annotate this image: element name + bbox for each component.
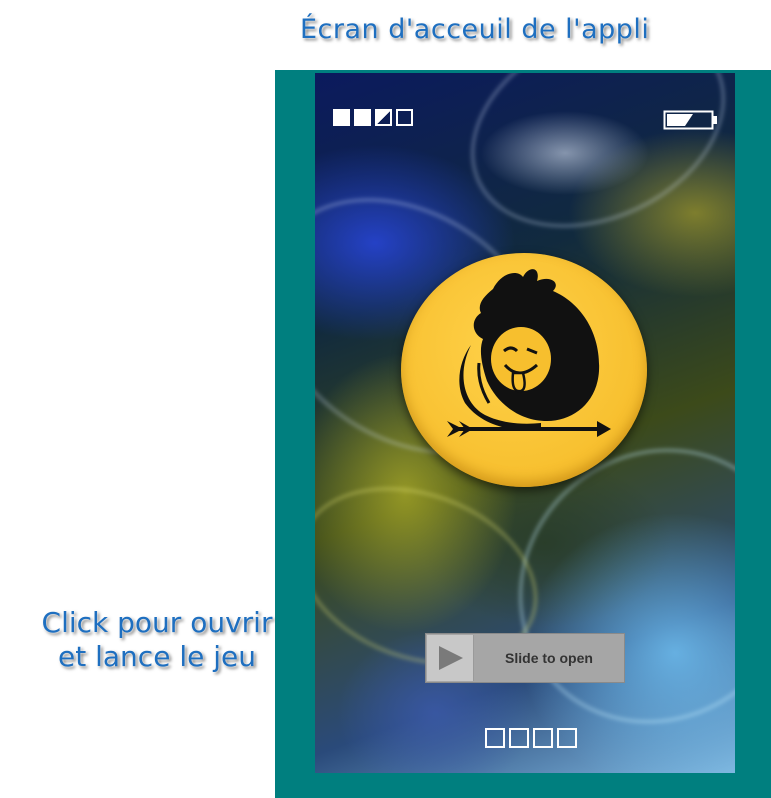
battery-icon: [663, 110, 717, 130]
annotation-text: Click pour ouvrir et lance le jeu: [12, 606, 302, 674]
page-indicator-dot[interactable]: [485, 728, 505, 748]
home-screen: Slide to open: [315, 73, 735, 773]
signal-bar: [354, 109, 371, 126]
signal-bar: [375, 109, 392, 126]
annotation-line-1: Click pour ouvrir: [41, 606, 273, 639]
page-indicator-dot[interactable]: [509, 728, 529, 748]
slide-to-open-button[interactable]: Slide to open: [425, 633, 625, 683]
page-title: Écran d'acceuil de l'appli: [300, 14, 650, 45]
page-indicator-dot[interactable]: [533, 728, 553, 748]
page-indicator: [485, 728, 577, 748]
play-triangle-icon: [439, 646, 463, 670]
signal-bar: [333, 109, 350, 126]
signal-strength-icon: [333, 109, 413, 126]
signal-bar: [396, 109, 413, 126]
phone-frame: Slide to open: [275, 70, 771, 798]
snail-mascot-icon: [447, 269, 611, 437]
page-indicator-dot[interactable]: [557, 728, 577, 748]
game-logo: [401, 253, 647, 487]
slider-handle[interactable]: [427, 635, 474, 681]
slider-label: Slide to open: [505, 650, 593, 666]
annotation-line-2: et lance le jeu: [58, 640, 256, 673]
